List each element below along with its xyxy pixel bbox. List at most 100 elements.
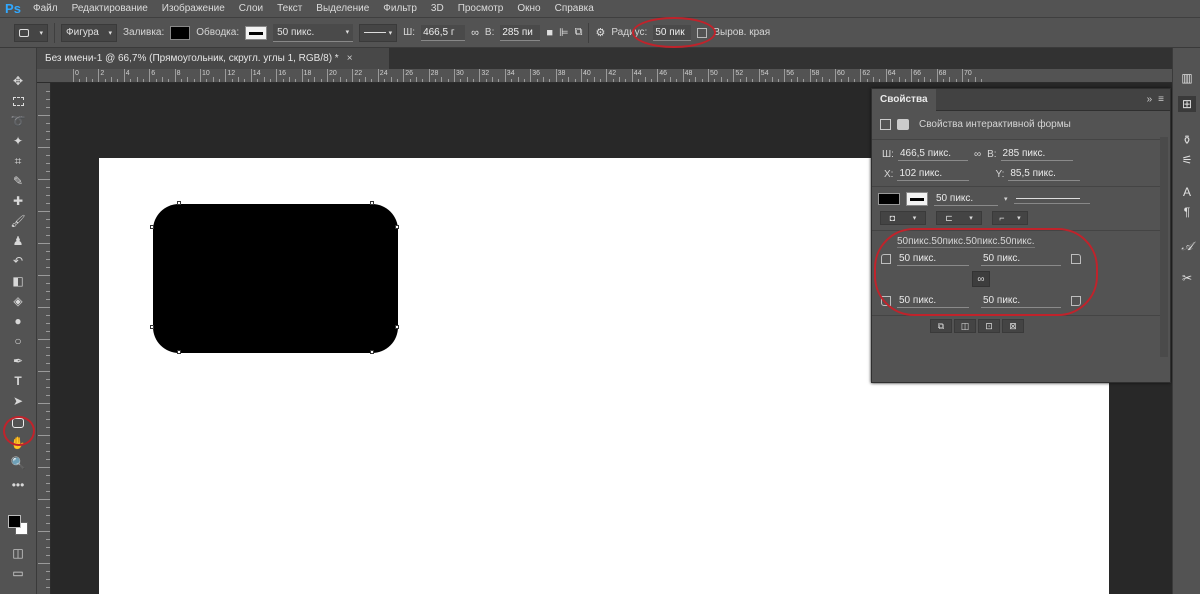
menu-window[interactable]: Окно — [510, 3, 547, 14]
stroke-width-field[interactable]: 50 пикс. — [934, 192, 998, 206]
screen-mode-icon[interactable]: ▭ — [8, 564, 28, 582]
corner-bottom-right-field[interactable]: 50 пикс. — [981, 294, 1061, 308]
quick-mask-icon[interactable]: ◫ — [8, 544, 28, 562]
close-icon[interactable]: × — [347, 53, 353, 64]
exclude-overlap-icon[interactable]: ⊠ — [1002, 319, 1024, 333]
anchor-point[interactable] — [370, 350, 374, 354]
menu-view[interactable]: Просмотр — [451, 3, 511, 14]
ruler-minor-tick — [46, 259, 50, 260]
path-alignment-icon[interactable]: ⊫ — [559, 26, 569, 39]
corner-top-left-field[interactable]: 50 пикс. — [897, 252, 969, 266]
eyedropper-tool-icon[interactable]: ✎ — [8, 172, 28, 190]
stroke-caps-select[interactable]: ⊏ ▾ — [936, 211, 982, 225]
menu-layers[interactable]: Слои — [232, 3, 270, 14]
anchor-point[interactable] — [370, 201, 374, 205]
stroke-swatch[interactable] — [906, 192, 928, 206]
history-brush-tool-icon[interactable]: ↶ — [8, 252, 28, 270]
tool-preset-picker[interactable]: ▾ — [14, 23, 48, 42]
anchor-point[interactable] — [150, 325, 154, 329]
type-tool-icon[interactable]: T — [8, 372, 28, 390]
vertical-ruler[interactable] — [37, 83, 51, 594]
menu-type[interactable]: Текст — [270, 3, 309, 14]
chevron-down-icon[interactable]: ▾ — [1004, 195, 1008, 203]
magic-wand-tool-icon[interactable]: ✦ — [8, 132, 28, 150]
pen-tool-icon[interactable]: ✒ — [8, 352, 28, 370]
link-icon[interactable]: ∞ — [471, 27, 479, 39]
move-tool-icon[interactable]: ✥ — [8, 72, 28, 90]
character-icon[interactable]: A — [1178, 184, 1196, 200]
chevron-down-icon: ▾ — [39, 29, 43, 37]
width-field[interactable]: 466,5 г — [421, 24, 466, 41]
link-icon[interactable]: ∞ — [974, 149, 981, 160]
path-arrangement-icon[interactable]: ⧉ — [575, 26, 583, 39]
rounded-rectangle-shape[interactable] — [150, 201, 399, 354]
stroke-type-select[interactable]: ▾ — [359, 23, 398, 42]
path-operations-icon[interactable]: ■ — [546, 27, 553, 39]
glyphs-icon[interactable]: 𝒜 — [1178, 238, 1196, 254]
height-field[interactable]: 285 пикс. — [1000, 147, 1073, 161]
y-field[interactable]: 85,5 пикс. — [1008, 167, 1081, 181]
adjustments-icon[interactable]: ⚱ — [1178, 132, 1196, 148]
gear-icon[interactable]: ⚙ — [595, 26, 605, 39]
dodge-tool-icon[interactable]: ○ — [8, 332, 28, 350]
lasso-tool-icon[interactable]: ➰ — [8, 112, 28, 130]
brush-tool-icon[interactable]: 🖌 — [8, 212, 28, 230]
anchor-point[interactable] — [395, 325, 399, 329]
zoom-tool-icon[interactable]: 🔍 — [8, 454, 28, 472]
properties-scrollbar[interactable] — [1160, 137, 1168, 357]
corner-bottom-left-field[interactable]: 50 пикс. — [897, 294, 969, 308]
marquee-tool-icon[interactable] — [8, 92, 28, 110]
menu-3d[interactable]: 3D — [424, 3, 451, 14]
histogram-icon[interactable]: ▥ — [1178, 70, 1196, 86]
menu-file[interactable]: Файл — [26, 3, 65, 14]
intersect-shapes-icon[interactable]: ⊡ — [978, 319, 1000, 333]
paragraph-icon[interactable]: ¶ — [1178, 204, 1196, 220]
menu-help[interactable]: Справка — [548, 3, 601, 14]
sliders-icon[interactable]: ⚟ — [1178, 152, 1196, 168]
eraser-tool-icon[interactable]: ◧ — [8, 272, 28, 290]
subtract-shape-icon[interactable]: ◫ — [954, 319, 976, 333]
more-tools-icon[interactable]: ••• — [8, 476, 28, 494]
panel-menu-icon[interactable]: ≡ — [1158, 94, 1164, 105]
x-field[interactable]: 102 пикс. — [897, 167, 970, 181]
anchor-point[interactable] — [177, 201, 181, 205]
collapse-panel-icon[interactable]: » — [1147, 94, 1153, 105]
combine-shapes-icon[interactable]: ⧉ — [930, 319, 952, 333]
shape-mode-select[interactable]: Фигура ▾ — [61, 23, 117, 42]
link-corners-button[interactable]: ∞ — [972, 271, 990, 287]
stamp-tool-icon[interactable]: ♟ — [8, 232, 28, 250]
stroke-swatch[interactable] — [245, 25, 268, 40]
document-tab[interactable]: Без имени-1 @ 66,7% (Прямоугольник, скру… — [37, 48, 389, 69]
anchor-point[interactable] — [395, 225, 399, 229]
stroke-align-select[interactable]: ◘ ▾ — [880, 211, 926, 225]
properties-tab[interactable]: Свойства — [872, 88, 936, 111]
corner-top-right-field[interactable]: 50 пикс. — [981, 252, 1061, 266]
radius-field[interactable]: 50 пик — [653, 24, 692, 41]
path-selection-tool-icon[interactable]: ➤ — [8, 392, 28, 410]
blur-tool-icon[interactable]: ● — [8, 312, 28, 330]
fill-swatch[interactable] — [170, 25, 191, 40]
anchor-point[interactable] — [150, 225, 154, 229]
menu-image[interactable]: Изображение — [155, 3, 232, 14]
properties-panel-icon[interactable]: ⊞ — [1178, 96, 1196, 112]
menu-filter[interactable]: Фильтр — [376, 3, 424, 14]
horizontal-ruler[interactable]: 0 2 4 6 8 10 12 14 16 18 20 22 24 26 28 30 32 34 36 38 40 42 4… — [37, 69, 1172, 83]
rounded-rectangle-tool-icon[interactable] — [8, 414, 28, 432]
healing-brush-tool-icon[interactable]: ✚ — [8, 192, 28, 210]
anchor-point[interactable] — [177, 350, 181, 354]
menu-edit[interactable]: Редактирование — [65, 3, 155, 14]
stroke-type-select[interactable] — [1013, 194, 1090, 204]
ruler-tick-label: 54 — [760, 70, 769, 77]
stroke-width-field[interactable]: 50 пикс. ▾ — [273, 23, 354, 42]
fill-swatch[interactable] — [878, 193, 900, 205]
foreground-color-swatch[interactable] — [8, 515, 21, 528]
height-field[interactable]: 285 пи — [500, 24, 541, 41]
menu-select[interactable]: Выделение — [309, 3, 376, 14]
crop-tool-icon[interactable]: ⌗ — [8, 152, 28, 170]
tools-presets-icon[interactable]: ✂ — [1178, 270, 1196, 286]
stroke-corners-select[interactable]: ⌐ ▾ — [992, 211, 1028, 225]
align-edges-checkbox[interactable] — [697, 27, 708, 38]
width-field[interactable]: 466,5 пикс. — [897, 147, 968, 161]
paint-bucket-tool-icon[interactable]: ◈ — [8, 292, 28, 310]
hand-tool-icon[interactable]: ✋ — [8, 434, 28, 452]
